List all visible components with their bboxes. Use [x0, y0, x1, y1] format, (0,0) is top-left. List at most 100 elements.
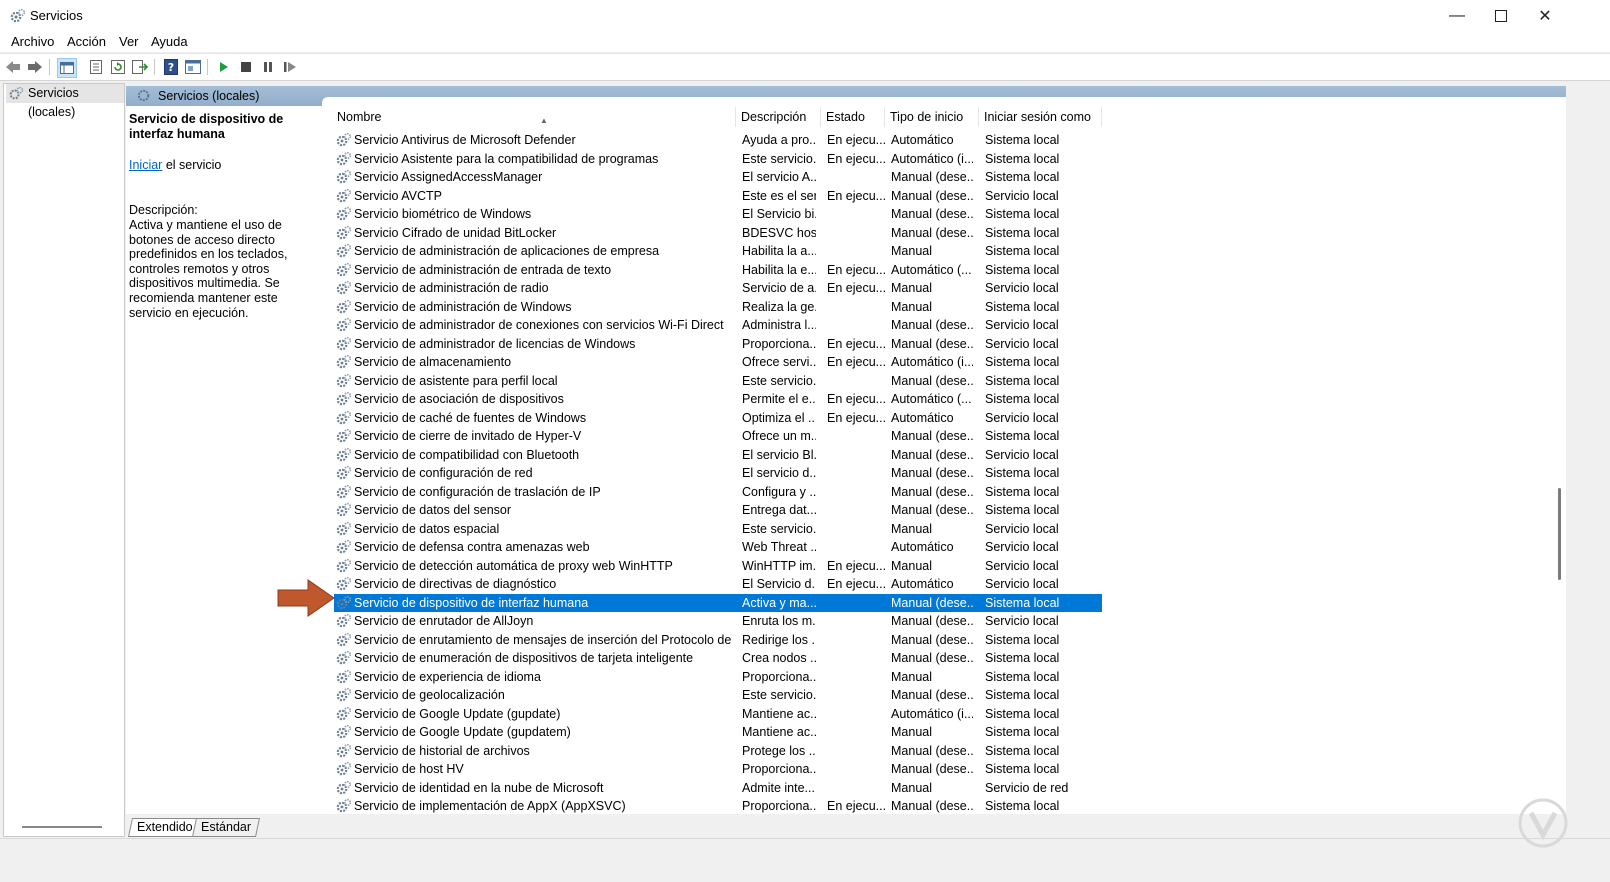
service-row[interactable]: Servicio de enrutador de AllJoyn Enruta l…	[334, 612, 1102, 631]
service-row[interactable]: Servicio de detección automática de prox…	[334, 557, 1102, 576]
service-row[interactable]: Servicio de administrador de conexiones …	[334, 316, 1102, 335]
column-header-log-on-as[interactable]: Iniciar sesión como	[979, 107, 1102, 127]
vertical-scrollbar[interactable]	[1554, 106, 1566, 814]
service-row[interactable]: Servicio de enumeración de dispositivos …	[334, 649, 1102, 668]
start-service-link[interactable]: Iniciar	[129, 158, 162, 172]
service-row[interactable]: Servicio de defensa contra amenazas web W…	[334, 538, 1102, 557]
service-row[interactable]: Servicio de dispositivo de interfaz huma…	[334, 593, 1102, 612]
service-row[interactable]: Servicio de almacenamiento Ofrece servi..…	[334, 353, 1102, 372]
service-row[interactable]: Servicio de geolocalización Este servicio…	[334, 686, 1102, 705]
service-row[interactable]: Servicio de experiencia de idioma Proporc…	[334, 668, 1102, 687]
start-icon[interactable]	[215, 58, 233, 76]
service-row[interactable]: Servicio Asistente para la compatibilida…	[334, 150, 1102, 169]
service-row[interactable]: Servicio de compatibilidad con Bluetooth…	[334, 446, 1102, 465]
service-log-on-as: Servicio local	[985, 521, 1059, 536]
tree-node-services-local[interactable]: Servicios (locales)	[6, 84, 124, 119]
service-row[interactable]: Servicio de datos espacial Este servicio.…	[334, 520, 1102, 539]
service-startup-type: Manual (dese...	[891, 503, 973, 517]
service-row[interactable]: Servicio biométrico de Windows El Servici…	[334, 205, 1102, 224]
service-log-on-as: Servicio de red	[985, 780, 1069, 795]
service-row[interactable]: Servicio de administrador de licencias d…	[334, 335, 1102, 354]
scrollbar-thumb[interactable]	[1558, 488, 1561, 580]
service-log-on-as: Sistema local	[985, 133, 1060, 147]
panel-header-title: Servicios (locales)	[158, 89, 260, 103]
menu-accion[interactable]: Acción	[67, 34, 106, 49]
service-startup-type: Automático	[891, 133, 954, 147]
service-status: En ejecu...	[827, 262, 885, 277]
service-row[interactable]: Servicio de configuración de traslación …	[334, 483, 1102, 502]
tab-estandar-label: Estándar	[201, 820, 252, 834]
service-gear-icon	[336, 780, 352, 796]
service-row[interactable]: Servicio de implementación de AppX (AppX…	[334, 797, 1102, 816]
properties-icon[interactable]	[87, 58, 105, 76]
help-icon[interactable]: ?	[162, 58, 180, 76]
export-icon[interactable]	[131, 58, 149, 76]
service-gear-icon	[336, 410, 352, 426]
service-status: En ejecu...	[827, 336, 885, 351]
service-row[interactable]: Servicio de historial de archivos Protege…	[334, 742, 1102, 761]
service-row[interactable]: Servicio AVCTP Este es el ser... En ejecu.…	[334, 187, 1102, 206]
service-log-on-as: Sistema local	[985, 799, 1060, 813]
service-gear-icon	[336, 613, 352, 629]
service-row[interactable]: Servicio de cierre de invitado de Hyper-…	[334, 427, 1102, 446]
service-row[interactable]: Servicio de asociación de dispositivos Pe…	[334, 390, 1102, 409]
column-header-status[interactable]: Estado	[821, 107, 885, 127]
service-row[interactable]: Servicio AssignedAccessManager El servici…	[334, 168, 1102, 187]
service-description: Ayuda a pro...	[742, 133, 816, 147]
service-row[interactable]: Servicio de administración de aplicacion…	[334, 242, 1102, 261]
service-name: Servicio de implementación de AppX (AppX…	[354, 799, 626, 813]
service-row[interactable]: Servicio de directivas de diagnóstico El …	[334, 575, 1102, 594]
service-name: Servicio de configuración de traslación …	[354, 484, 601, 499]
service-description: WinHTTP im...	[742, 558, 816, 573]
service-row[interactable]: Servicio de administración de radio Servi…	[334, 279, 1102, 298]
window-title: Servicios	[30, 8, 83, 23]
service-row[interactable]: Servicio Cifrado de unidad BitLocker BDES…	[334, 224, 1102, 243]
service-row[interactable]: Servicio de administración de entrada de…	[334, 261, 1102, 280]
service-row[interactable]: Servicio de Google Update (gupdatem) Mant…	[334, 723, 1102, 742]
tab-estandar[interactable]: Estándar	[191, 818, 261, 837]
console-tree-icon[interactable]	[57, 58, 77, 78]
forward-icon[interactable]	[26, 58, 44, 76]
minimize-icon[interactable]: —	[1434, 0, 1480, 32]
service-status: En ejecu...	[827, 577, 885, 591]
service-description: Optimiza el ...	[742, 410, 816, 425]
service-description: El servicio A...	[742, 170, 816, 184]
service-row[interactable]: Servicio de administración de Windows Rea…	[334, 298, 1102, 317]
column-header-name[interactable]: Nombre ▲	[332, 107, 736, 127]
maximize-icon[interactable]	[1478, 0, 1524, 32]
view-icon[interactable]	[184, 58, 202, 76]
service-row[interactable]: Servicio de datos del sensor Entrega dat.…	[334, 501, 1102, 520]
refresh-icon[interactable]	[109, 58, 127, 76]
service-row[interactable]: Servicio de Google Update (gupdate) Manti…	[334, 705, 1102, 724]
column-header-description[interactable]: Descripción	[736, 107, 821, 127]
tab-extendido[interactable]: Extendido	[127, 818, 202, 837]
service-startup-type: Manual	[891, 780, 932, 795]
service-row[interactable]: Servicio Antivirus de Microsoft Defender…	[334, 131, 1102, 150]
service-row[interactable]: Servicio de configuración de red El servi…	[334, 464, 1102, 483]
service-startup-type: Automático	[891, 577, 954, 591]
service-gear-icon	[336, 336, 352, 352]
menu-archivo[interactable]: Archivo	[11, 34, 54, 49]
service-startup-type: Manual (dese...	[891, 688, 973, 702]
horizontal-scrollbar[interactable]	[22, 826, 102, 828]
services-app-icon	[10, 8, 26, 23]
stop-icon[interactable]	[237, 58, 255, 76]
close-icon[interactable]: ✕	[1522, 0, 1568, 32]
service-log-on-as: Sistema local	[985, 595, 1060, 610]
back-icon[interactable]	[4, 58, 22, 76]
service-row[interactable]: Servicio de identidad en la nube de Micr…	[334, 779, 1102, 798]
service-name: Servicio de caché de fuentes de Windows	[354, 410, 587, 425]
service-row[interactable]: Servicio de host HV Proporciona... Manual …	[334, 760, 1102, 779]
service-row[interactable]: Servicio de caché de fuentes de Windows O…	[334, 409, 1102, 428]
service-row[interactable]: Servicio de asistente para perfil local E…	[334, 372, 1102, 391]
service-gear-icon	[336, 576, 352, 592]
column-header-startup-type[interactable]: Tipo de inicio	[885, 107, 979, 127]
menu-ver[interactable]: Ver	[119, 34, 139, 49]
service-name: Servicio de historial de archivos	[354, 743, 530, 758]
service-log-on-as: Sistema local	[985, 466, 1060, 480]
menu-ayuda[interactable]: Ayuda	[151, 34, 188, 49]
service-row[interactable]: Servicio de enrutamiento de mensajes de …	[334, 631, 1102, 650]
pause-icon[interactable]	[259, 58, 277, 76]
restart-icon[interactable]	[281, 58, 299, 76]
service-startup-type: Automático	[891, 410, 954, 425]
